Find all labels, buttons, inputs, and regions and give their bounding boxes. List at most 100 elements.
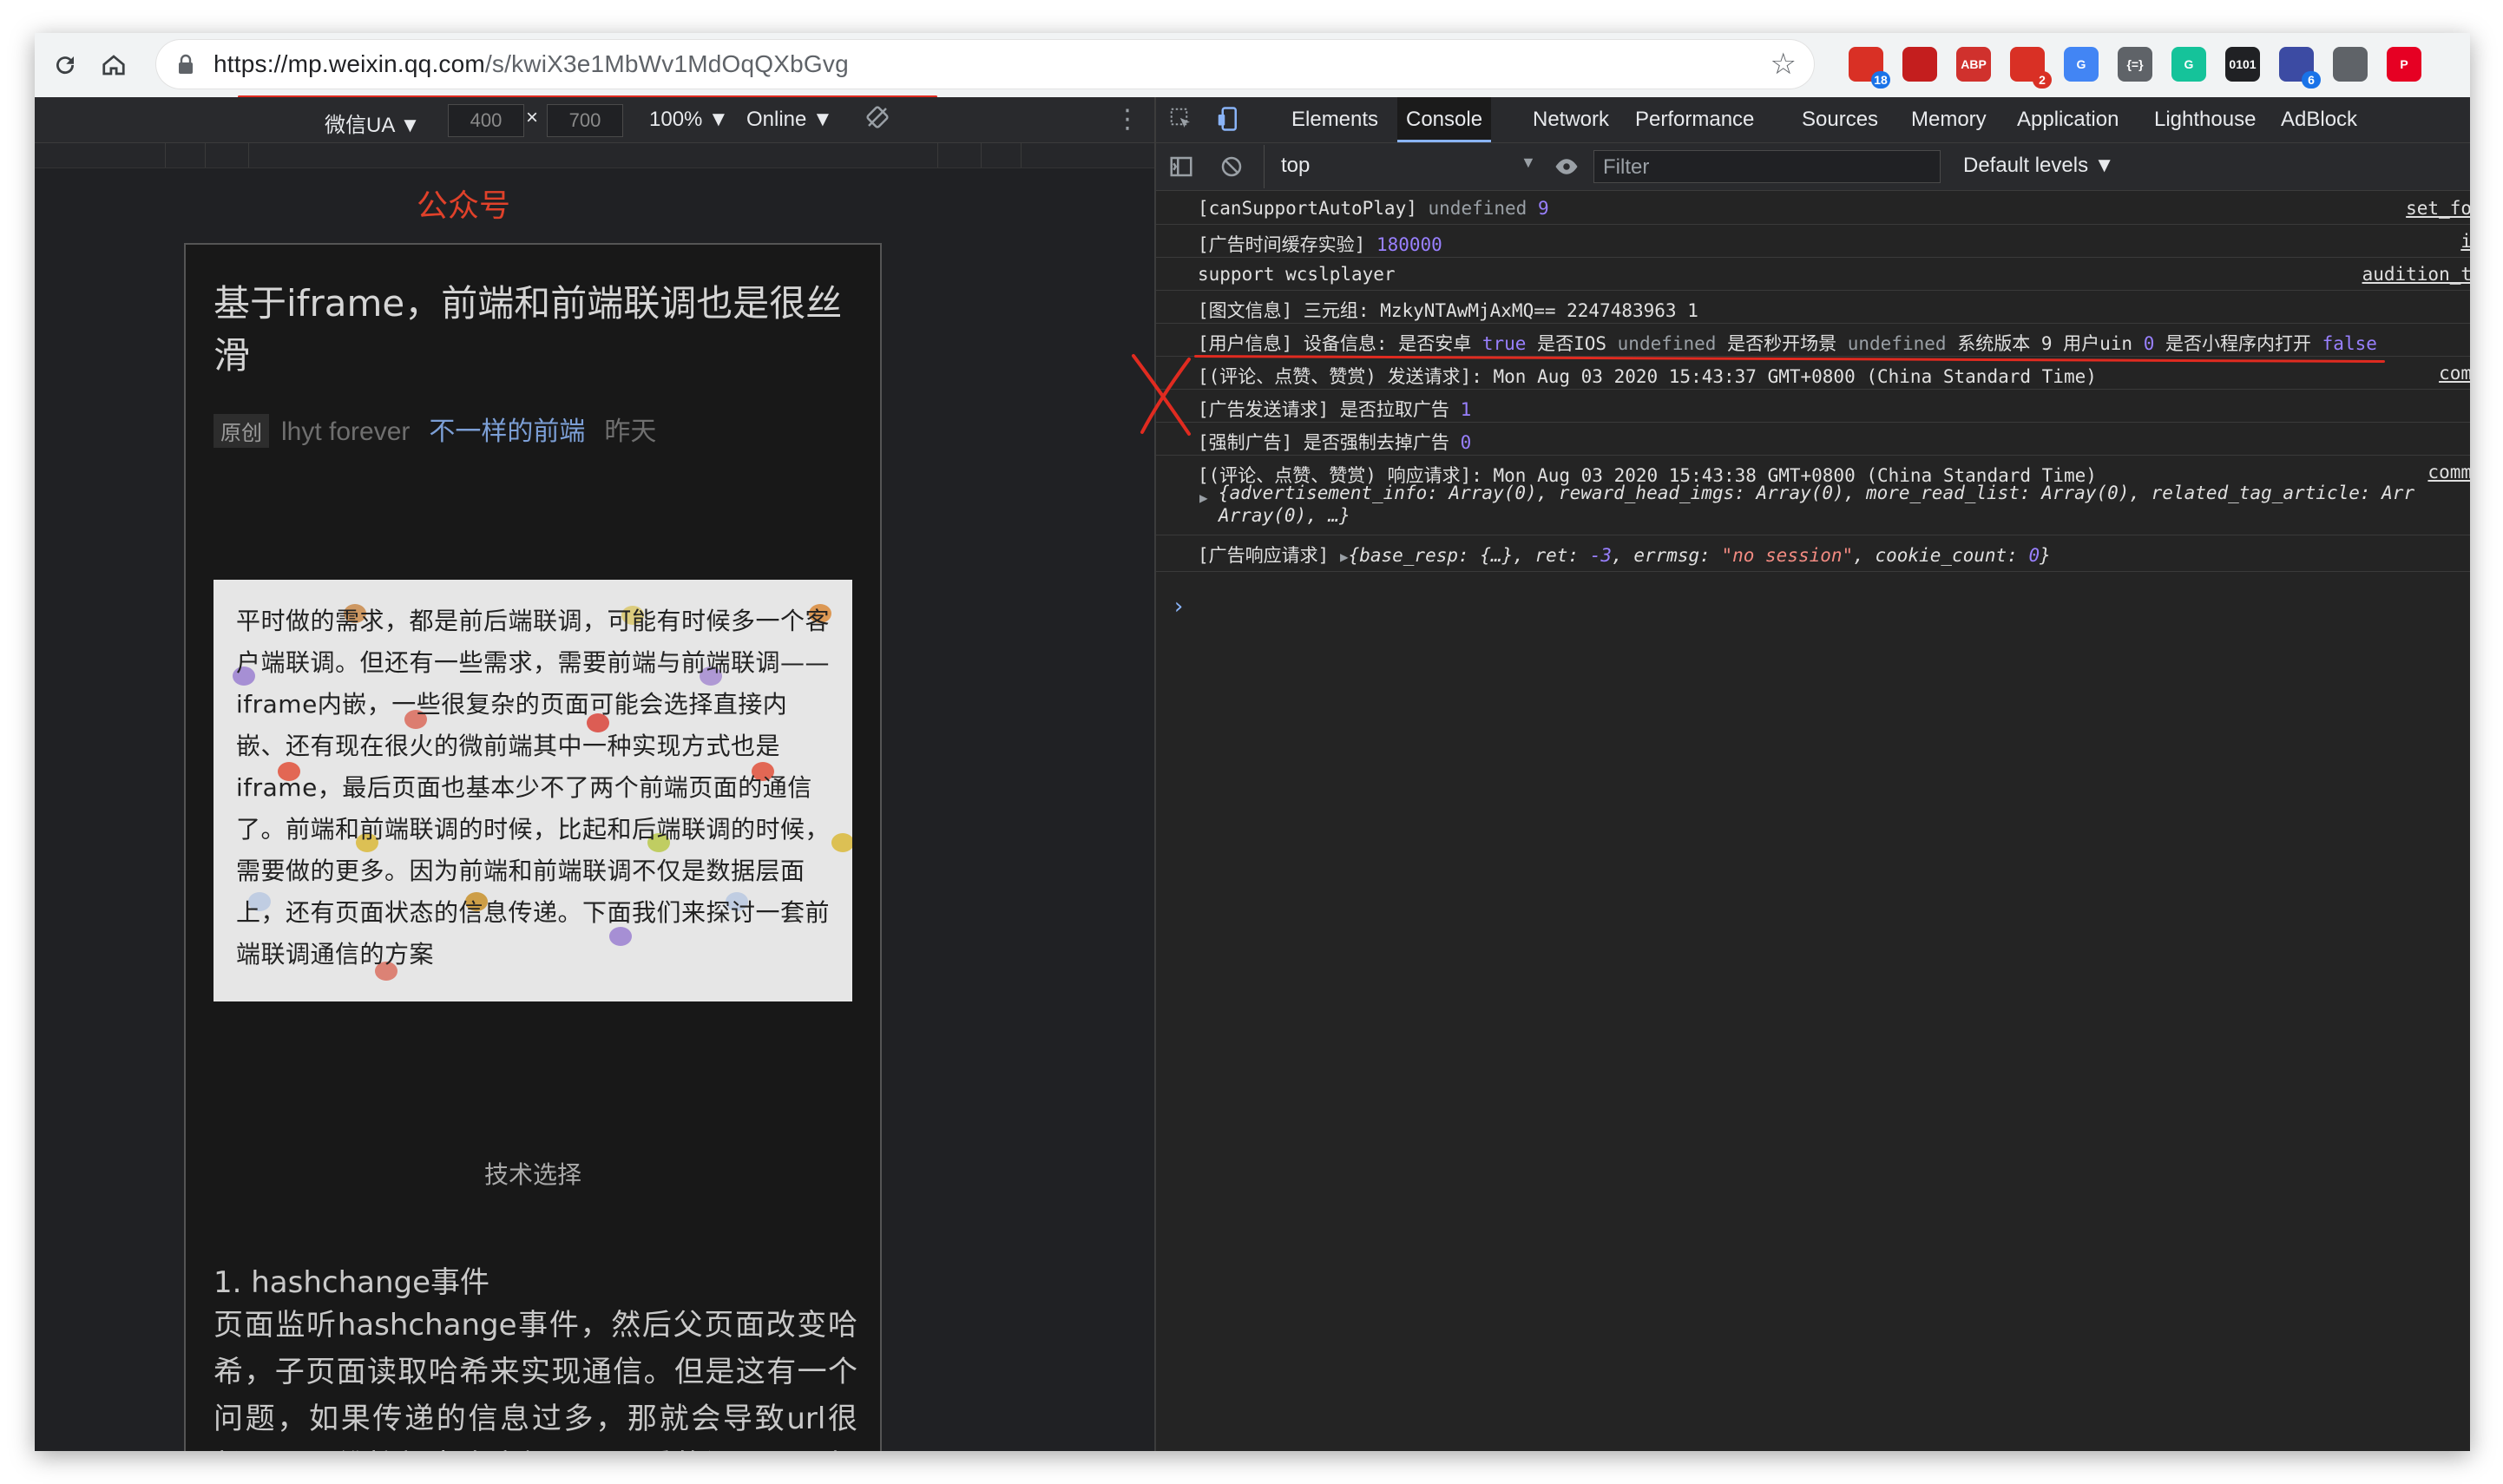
- device-viewport[interactable]: 基于iframe，前端和前端联调也是很丝滑 原创 lhyt forever 不一样的…: [184, 243, 882, 1451]
- source-link[interactable]: comm: [2427, 462, 2470, 483]
- subheading: 1. hashchange事件: [214, 1265, 490, 1300]
- source-link[interactable]: com: [2439, 363, 2470, 384]
- network-select[interactable]: Online ▼: [746, 108, 833, 132]
- article-date: 昨天: [604, 417, 657, 446]
- console-message: [广告发送请求] 是否拉取广告 1: [1198, 399, 1472, 420]
- console-object[interactable]: {advertisement_info: Array(0), reward_he…: [1219, 483, 2414, 503]
- console-message: [canSupportAutoPlay] undefined 9: [1198, 198, 1549, 219]
- grammarly-label: G: [2184, 57, 2194, 71]
- pinterest-label: P: [2400, 57, 2408, 71]
- console-row: [用户信息] 设备信息: 是否安卓 true 是否IOS undefined 是…: [1156, 323, 2470, 357]
- console-message: support wcslplayer: [1198, 264, 1396, 285]
- graduation-cap-icon[interactable]: 6: [2279, 47, 2321, 89]
- tab-console[interactable]: Console: [1397, 97, 1492, 142]
- body-paragraph: 页面监听hashchange事件，然后父页面改变哈希，子页面读取哈希来实现通信。…: [214, 1308, 857, 1451]
- tab-sources[interactable]: Sources: [1793, 97, 1887, 142]
- media-query-ruler: [35, 143, 1154, 168]
- account-link[interactable]: 不一样的前端: [429, 417, 585, 446]
- console-row: support wcslplayer audition_t: [1156, 257, 2470, 291]
- console-message: [强制广告] 是否强制去掉广告 0: [1198, 432, 1472, 453]
- qr-code-icon[interactable]: [2333, 47, 2368, 82]
- json-label: {=}: [2126, 57, 2144, 71]
- home-icon[interactable]: [94, 45, 134, 85]
- source-link[interactable]: set_fo: [2406, 198, 2470, 219]
- console-row: [canSupportAutoPlay] undefined 9 set_fo: [1156, 191, 2470, 225]
- tab-network[interactable]: Network: [1524, 97, 1618, 142]
- binary-icon[interactable]: 0101: [2225, 47, 2260, 82]
- reload-icon[interactable]: [45, 45, 85, 85]
- console-message: [广告时间缓存实验] 180000: [1198, 234, 1442, 255]
- ua-select[interactable]: 微信UA ▼: [325, 108, 420, 138]
- original-badge: 原创: [214, 414, 269, 448]
- source-link[interactable]: i: [2460, 231, 2470, 252]
- console-output: [canSupportAutoPlay] undefined 9 set_fo …: [1156, 191, 2470, 1451]
- pinterest-icon[interactable]: P: [2387, 47, 2421, 82]
- sidebar-toggle-icon[interactable]: [1168, 154, 1194, 186]
- extension-badge: 18: [1871, 71, 1890, 89]
- lock-icon: [179, 54, 193, 74]
- gmail-icon[interactable]: 2: [2010, 47, 2052, 89]
- tab-lighthouse[interactable]: Lighthouse: [2145, 97, 2264, 142]
- console-row: [广告时间缓存实验] 180000 i: [1156, 224, 2470, 258]
- adblock-plus-icon[interactable]: ABP: [1956, 47, 1991, 82]
- source-link[interactable]: audition_t: [2362, 264, 2470, 285]
- translate-icon[interactable]: G: [2064, 47, 2099, 82]
- console-row: [强制广告] 是否强制去掉广告 0: [1156, 422, 2470, 456]
- intro-quote-box: 平时做的需求，都是前后端联调，可能有时候多一个客户端联调。但还有一些需求，需要前…: [214, 580, 852, 1001]
- context-select[interactable]: top: [1281, 154, 1310, 178]
- extension-badge: 2: [2033, 71, 2052, 89]
- json-icon[interactable]: {=}: [2118, 47, 2152, 82]
- chevron-down-icon[interactable]: ▼: [1521, 154, 1536, 172]
- clear-console-icon[interactable]: [1219, 154, 1245, 186]
- console-message: [(评论、点赞、赞赏) 发送请求]: Mon Aug 03 2020 15:43…: [1198, 366, 2097, 387]
- console-toolbar: top ▼ Filter Default levels ▼: [1156, 143, 2470, 191]
- tab-memory[interactable]: Memory: [1902, 97, 1995, 142]
- more-options-icon[interactable]: ⋮: [1114, 104, 1140, 135]
- expand-triangle-icon[interactable]: ▶: [1199, 489, 1208, 506]
- filter-input[interactable]: Filter: [1593, 150, 1941, 183]
- article-author: lhyt forever: [281, 417, 411, 446]
- annotation-cross: [1132, 354, 1191, 436]
- tab-elements[interactable]: Elements: [1283, 97, 1387, 142]
- device-toggle-icon[interactable]: [1212, 106, 1245, 134]
- address-bar[interactable]: https://mp.weixin.qq.com/s/kwiX3e1MbWv1M…: [156, 40, 1814, 89]
- google-icon[interactable]: 18: [1849, 47, 1890, 89]
- tab-performance[interactable]: Performance: [1626, 97, 1763, 142]
- log-levels-select[interactable]: Default levels ▼: [1963, 154, 2115, 178]
- translate-label: G: [2076, 57, 2086, 71]
- console-prompt[interactable]: ›: [1172, 594, 1186, 620]
- toolbar-divider: [1264, 145, 1265, 188]
- console-message[interactable]: [广告响应请求] ▶{base_resp: {…}, ret: -3, errm…: [1198, 542, 2051, 568]
- device-emulation-pane: 微信UA ▼ 400 × 700 100% ▼ Online ▼ ⋮ 公众号 基…: [35, 97, 1154, 1451]
- binary-label: 0101: [2229, 57, 2257, 71]
- console-message: [图文信息] 三元组: MzkyNTAwMjAxMQ== 2247483963 …: [1198, 300, 1698, 321]
- grammarly-icon[interactable]: G: [2171, 47, 2206, 82]
- console-row: [图文信息] 三元组: MzkyNTAwMjAxMQ== 2247483963 …: [1156, 290, 2470, 324]
- bookmark-star-icon[interactable]: ☆: [1770, 47, 1797, 82]
- adblock-plus-label: ABP: [1961, 57, 1987, 71]
- dimension-times: ×: [526, 106, 539, 129]
- url-path: /s/kwiX3e1MbWv1MdOqQXbGvg: [484, 50, 849, 77]
- inspect-element-icon[interactable]: [1165, 106, 1198, 134]
- tab-application[interactable]: Application: [2008, 97, 2127, 142]
- url-text[interactable]: https://mp.weixin.qq.com/s/kwiX3e1MbWv1M…: [214, 50, 849, 78]
- intro-quote-text: 平时做的需求，都是前后端联调，可能有时候多一个客户端联调。但还有一些需求，需要前…: [236, 607, 831, 969]
- eye-icon[interactable]: [1552, 154, 1581, 186]
- zoom-select[interactable]: 100% ▼: [649, 108, 729, 132]
- device-toolbar: 微信UA ▼ 400 × 700 100% ▼ Online ▼ ⋮: [35, 97, 1154, 143]
- browser-window: https://mp.weixin.qq.com/s/kwiX3e1MbWv1M…: [35, 33, 2470, 1451]
- height-input[interactable]: 700: [547, 104, 623, 137]
- width-input[interactable]: 400: [448, 104, 524, 137]
- annotation-label: 公众号: [417, 188, 511, 224]
- tab-adblock[interactable]: AdBlock: [2272, 97, 2366, 142]
- console-row: [广告响应请求] ▶{base_resp: {…}, ret: -3, errm…: [1156, 535, 2470, 572]
- article-title: 基于iframe，前端和前端联调也是很丝滑: [214, 282, 843, 377]
- article-meta: 原创 lhyt forever 不一样的前端 昨天: [214, 410, 656, 448]
- console-row: [广告发送请求] 是否拉取广告 1: [1156, 389, 2470, 423]
- ublock-icon[interactable]: [1902, 47, 1937, 82]
- console-message: [用户信息] 设备信息: 是否安卓 true 是否IOS undefined 是…: [1198, 333, 2377, 354]
- extension-badge: 6: [2302, 71, 2321, 89]
- rotate-icon[interactable]: [864, 104, 890, 136]
- section-title: 技术选择: [483, 1160, 581, 1189]
- console-object-cont: Array(0), …}: [1219, 505, 1350, 526]
